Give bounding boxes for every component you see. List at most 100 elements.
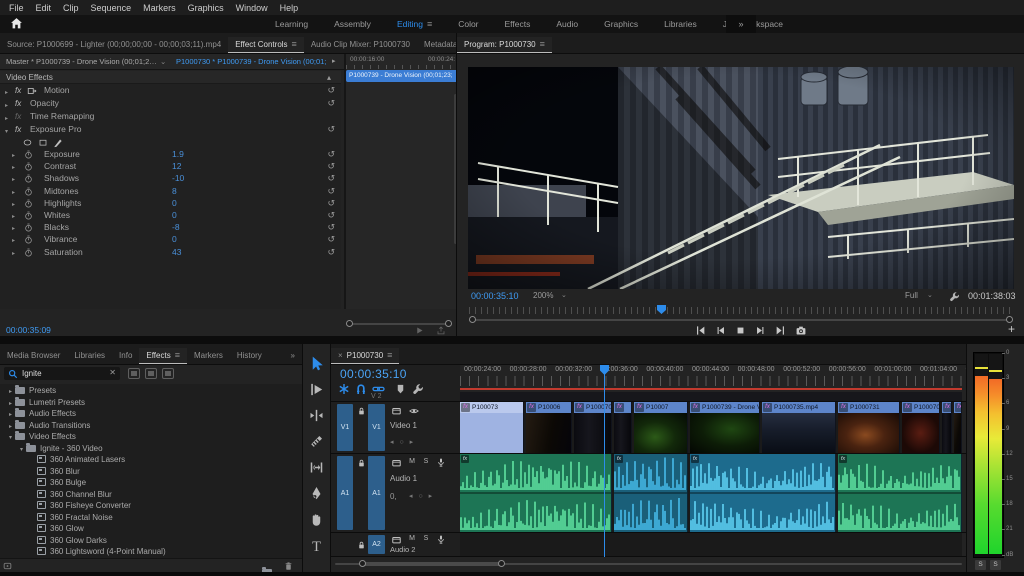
workspace-tab-learning[interactable]: Learning (262, 19, 321, 29)
mute-button[interactable]: M (407, 458, 417, 465)
video-clip[interactable]: fxP1000739 - Drone Vision ( (690, 402, 760, 453)
audio-clip[interactable]: fx (838, 454, 962, 532)
menu-graphics[interactable]: Graphics (182, 3, 230, 13)
reset-effect-icon[interactable]: ↺ (327, 97, 335, 110)
program-scrubber-ticks[interactable] (469, 307, 1013, 314)
chevron-down-icon[interactable]: ⌄ (927, 291, 933, 299)
tree-item-video-effects[interactable]: ▾Video Effects (0, 431, 302, 443)
reset-parameter-icon[interactable]: ↺ (327, 172, 335, 185)
solo-button[interactable]: S (421, 535, 431, 542)
video-clip[interactable]: fxP10006 (526, 402, 572, 453)
sync-lock-icon[interactable] (391, 535, 402, 545)
sequence-clip-label[interactable]: P1000730 * P1000739 - Drone Vision (00;0… (176, 54, 326, 69)
effect-row-motion[interactable]: ▸fxMotion↺ (0, 84, 341, 97)
solo-button[interactable]: S (421, 458, 431, 465)
workspace-tab-audio[interactable]: Audio (543, 19, 591, 29)
sync-lock-icon[interactable] (391, 458, 402, 468)
collapse-icon[interactable]: ▴ (327, 71, 331, 84)
tree-item-360-animated-lasers[interactable]: 360 Animated Lasers (0, 454, 302, 466)
chevron-down-icon[interactable]: ⌄ (561, 291, 567, 299)
tab-program[interactable]: Program: P1000730 ≡ (457, 37, 552, 53)
chevron-down-icon[interactable]: ⌄ (160, 54, 166, 69)
mini-timeline-clip-bar[interactable]: P1000739 - Drone Vision (00;01;23; (346, 70, 456, 82)
audio-clip[interactable]: fx (614, 454, 688, 532)
track-volume-value[interactable]: 0, (390, 492, 397, 501)
step-back-button[interactable] (715, 325, 726, 336)
playhead-line[interactable] (604, 365, 605, 557)
parameter-row-whites[interactable]: ▸Whites0↺ (0, 209, 341, 221)
menu-sequence[interactable]: Sequence (85, 3, 138, 13)
reset-parameter-icon[interactable]: ↺ (327, 209, 335, 222)
tree-item-360-glow[interactable]: 360 Glow (0, 523, 302, 535)
reset-parameter-icon[interactable]: ↺ (327, 233, 335, 246)
rect-mask-icon[interactable] (38, 138, 48, 147)
scrollbar-handle[interactable] (445, 320, 452, 327)
stopwatch-icon[interactable] (24, 223, 33, 232)
track-target-a2[interactable]: A2 (368, 535, 385, 554)
video-clip[interactable]: fx (614, 402, 632, 453)
tab-overflow-button[interactable]: » (284, 348, 302, 364)
audio-clip[interactable]: fx (690, 454, 836, 532)
program-zoom-scrollbar[interactable] (469, 316, 1013, 324)
toggle-track-output-eye-icon[interactable] (408, 406, 420, 416)
track-a2-content[interactable] (460, 533, 962, 556)
tree-item-360-bulge[interactable]: 360 Bulge (0, 477, 302, 489)
stopwatch-icon[interactable] (24, 174, 33, 183)
parameter-value[interactable]: 0 (172, 197, 177, 210)
search-input[interactable] (22, 367, 102, 380)
parameter-value[interactable]: -8 (172, 221, 180, 234)
tree-item-audio-transitions[interactable]: ▸Audio Transitions (0, 420, 302, 432)
tree-item-audio-effects[interactable]: ▸Audio Effects (0, 408, 302, 420)
panel-menu-icon[interactable]: ≡ (540, 40, 545, 49)
parameter-row-saturation[interactable]: ▸Saturation43↺ (0, 246, 341, 258)
parameter-value[interactable]: 8 (172, 185, 177, 198)
tab-audio-clip-mixer-p1000730[interactable]: Audio Clip Mixer: P1000730 (304, 37, 417, 53)
scrollbar-track[interactable] (346, 323, 452, 325)
voiceover-mic-icon[interactable] (436, 534, 446, 545)
close-icon[interactable]: × (338, 351, 343, 360)
video-clip[interactable]: fx (942, 402, 952, 453)
tab-libraries[interactable]: Libraries (67, 348, 112, 364)
keyframe-nav[interactable]: ◂ ○ ▸ (409, 492, 434, 500)
tab-effects[interactable]: Effects≡ (139, 348, 187, 364)
tab-sequence[interactable]: × P1000730 ≡ (331, 348, 399, 364)
tool-track-select-forward[interactable] (309, 382, 325, 398)
panel-menu-icon[interactable]: ≡ (292, 40, 297, 49)
playback-resolution-select[interactable]: Full (905, 291, 918, 300)
delete-trash-icon[interactable] (284, 561, 293, 571)
track-a1[interactable]: A1 A1 M S Audio 1 0, ◂ ○ ▸ fxfxfxfx (331, 454, 966, 533)
video-clip[interactable]: fxP1000709 (574, 402, 612, 453)
ellipse-mask-icon[interactable] (22, 138, 33, 147)
stopwatch-icon[interactable] (24, 150, 33, 159)
video-clip-selected[interactable]: fxP100073 (460, 402, 524, 453)
accelerated-effects-filter-icon[interactable] (128, 368, 140, 379)
timeline-horizontal-scrollbar[interactable] (335, 560, 962, 568)
yuv-effects-filter-icon[interactable] (162, 368, 174, 379)
program-current-timecode[interactable]: 00:00:35:10 (471, 291, 519, 301)
panel-menu-icon[interactable]: ≡ (387, 351, 392, 360)
tool-selection-active[interactable] (309, 356, 325, 372)
settings-wrench-icon[interactable] (949, 291, 960, 302)
parameter-row-blacks[interactable]: ▸Blacks-8↺ (0, 221, 341, 233)
new-custom-bin-folder-icon[interactable] (262, 562, 276, 572)
parameter-row-exposure[interactable]: ▸Exposure1.9↺ (0, 148, 341, 160)
tool-slip[interactable] (309, 460, 325, 476)
button-editor-plus[interactable]: + (1008, 322, 1015, 336)
track-lock-icon[interactable] (357, 406, 366, 416)
menu-window[interactable]: Window (230, 3, 274, 13)
menu-help[interactable]: Help (274, 3, 305, 13)
program-zoom-select[interactable]: 200% (533, 291, 553, 300)
parameter-value[interactable]: 12 (172, 160, 181, 173)
tree-item-360-fisheye-converter[interactable]: 360 Fisheye Converter (0, 500, 302, 512)
workspace-tab-color[interactable]: Color (445, 19, 491, 29)
reset-effect-icon[interactable]: ↺ (327, 123, 335, 136)
tab-markers[interactable]: Markers (187, 348, 230, 364)
go-to-in-button[interactable] (695, 325, 706, 336)
menu-file[interactable]: File (3, 3, 30, 13)
mute-button[interactable]: M (407, 535, 417, 542)
parameter-row-contrast[interactable]: ▸Contrast12↺ (0, 160, 341, 172)
track-target-v2[interactable]: V2 (371, 393, 384, 400)
scrollbar-handle[interactable] (359, 560, 366, 567)
track-lock-icon[interactable] (357, 458, 366, 468)
video-effects-section-header[interactable]: Video Effects ▴ (0, 71, 341, 84)
